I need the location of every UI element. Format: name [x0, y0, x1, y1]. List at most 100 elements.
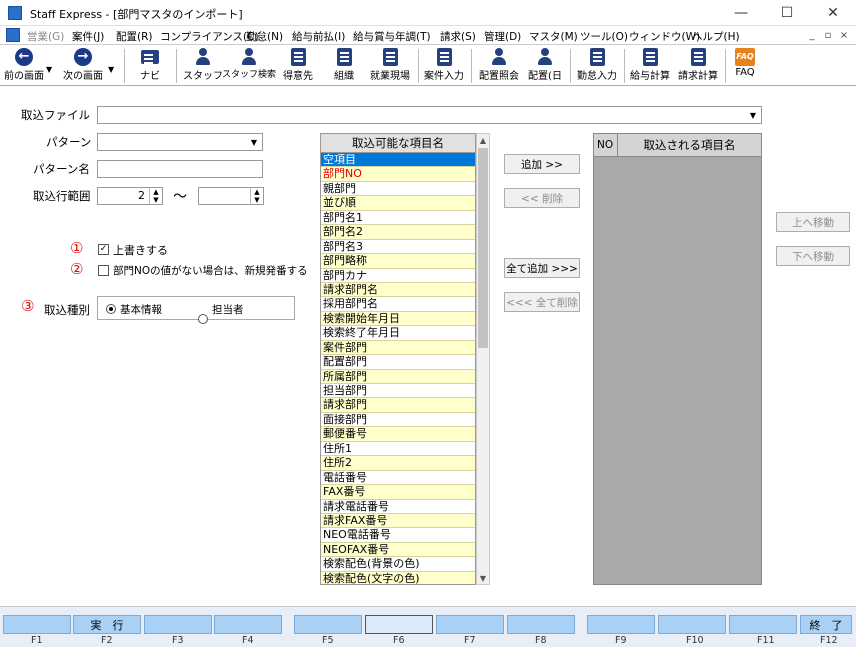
- menu-payroll[interactable]: 給与賞与年調(T): [353, 29, 431, 44]
- mdi-close-button[interactable]: ×: [836, 27, 852, 43]
- available-item[interactable]: FAX番号: [321, 485, 475, 500]
- menu-tools[interactable]: ツール(O): [580, 29, 628, 44]
- available-item[interactable]: 部門略称: [321, 254, 475, 269]
- menu-project[interactable]: 案件(J): [72, 29, 104, 44]
- available-item[interactable]: 請求FAX番号: [321, 513, 475, 529]
- available-item[interactable]: NEOFAX番号: [321, 542, 475, 558]
- back-dropdown-icon[interactable]: ▼: [46, 65, 52, 74]
- available-item[interactable]: 検索終了年月日: [321, 326, 475, 341]
- kind-staff-radio[interactable]: [198, 314, 208, 324]
- move-up-button[interactable]: 上へ移動: [776, 212, 850, 232]
- fkey-f3-button[interactable]: [144, 615, 212, 634]
- move-down-button[interactable]: 下へ移動: [776, 246, 850, 266]
- available-item[interactable]: 検索開始年月日: [321, 311, 475, 327]
- assignment-inquiry-button[interactable]: 配置照会: [475, 47, 523, 85]
- range-from-input[interactable]: 2 ▲ ▼: [97, 187, 163, 205]
- available-item[interactable]: 案件部門: [321, 340, 475, 356]
- imported-items-list[interactable]: [593, 157, 762, 585]
- assignment-daily-button[interactable]: 配置(日: [525, 47, 565, 85]
- available-item[interactable]: 部門NO: [321, 167, 475, 182]
- system-menu-icon[interactable]: [6, 28, 20, 42]
- faq-button[interactable]: FAQ FAQ: [729, 47, 761, 85]
- menu-admin[interactable]: 管理(D): [484, 29, 521, 44]
- available-items-list[interactable]: 空項目 部門NO 親部門 並び順 部門名1 部門名2 部門名3 部門略称 部門カナ 請求部門名 採用…: [320, 153, 476, 585]
- spin-up-icon[interactable]: ▲: [150, 188, 162, 196]
- pattern-name-input[interactable]: [97, 160, 263, 178]
- spin-up-icon[interactable]: ▲: [251, 188, 263, 196]
- fkey-f1-button[interactable]: [3, 615, 71, 634]
- available-item[interactable]: 空項目: [321, 153, 475, 168]
- menu-attendance[interactable]: 勤怠(N): [246, 29, 283, 44]
- available-item[interactable]: 部門名3: [321, 239, 475, 255]
- range-from-spinner[interactable]: ▲ ▼: [149, 188, 162, 204]
- menu-sales[interactable]: 営業(G): [27, 29, 64, 44]
- maximize-button[interactable]: ☐: [764, 0, 810, 26]
- scroll-down-icon[interactable]: ▼: [477, 572, 489, 584]
- available-item[interactable]: 配置部門: [321, 355, 475, 370]
- scroll-up-icon[interactable]: ▲: [477, 134, 489, 146]
- available-list-scrollbar[interactable]: ▲ ▼: [476, 133, 490, 585]
- mdi-restore-button[interactable]: ▫: [820, 27, 836, 43]
- new-number-checkbox[interactable]: [98, 265, 109, 276]
- kind-basic-radio[interactable]: [106, 304, 116, 314]
- fkey-f5-button[interactable]: [294, 615, 362, 634]
- available-item[interactable]: 所属部門: [321, 369, 475, 384]
- available-item[interactable]: 部門名2: [321, 225, 475, 240]
- available-item[interactable]: 住所1: [321, 441, 475, 457]
- import-file-combo[interactable]: ▼: [97, 106, 762, 124]
- pattern-combo[interactable]: ▼: [97, 133, 263, 151]
- minimize-button[interactable]: —: [718, 0, 764, 26]
- chevron-down-icon[interactable]: ▼: [247, 135, 261, 149]
- overwrite-checkbox[interactable]: ✓: [98, 244, 109, 255]
- fkey-f12-button[interactable]: 終 了: [800, 615, 852, 634]
- range-to-spinner[interactable]: ▲ ▼: [250, 188, 263, 204]
- available-item[interactable]: 電話番号: [321, 470, 475, 486]
- range-to-input[interactable]: ▲ ▼: [198, 187, 264, 205]
- payroll-calc-button[interactable]: 給与計算: [627, 47, 673, 85]
- back-button[interactable]: ← 前の画面: [2, 47, 46, 85]
- spin-down-icon[interactable]: ▼: [150, 196, 162, 204]
- available-item[interactable]: 部門名1: [321, 210, 475, 226]
- fkey-f8-button[interactable]: [507, 615, 575, 634]
- menu-billing[interactable]: 請求(S): [440, 29, 476, 44]
- staff-search-button[interactable]: スタッフ検索: [222, 47, 276, 85]
- available-item[interactable]: 請求部門: [321, 398, 475, 413]
- close-button[interactable]: ✕: [810, 0, 856, 26]
- remove-all-button[interactable]: <<< 全て削除: [504, 292, 580, 312]
- organization-button[interactable]: 組織: [326, 47, 362, 85]
- staff-button[interactable]: スタッフ: [183, 47, 223, 85]
- menu-window[interactable]: ウィンドウ(W): [629, 29, 700, 44]
- forward-dropdown-icon[interactable]: ▼: [108, 65, 114, 74]
- available-item[interactable]: 請求部門名: [321, 282, 475, 298]
- add-all-button[interactable]: 全て追加 >>>: [504, 258, 580, 278]
- fkey-f7-button[interactable]: [436, 615, 504, 634]
- available-item[interactable]: 部門カナ: [321, 268, 475, 283]
- fkey-f2-button[interactable]: 実 行: [73, 615, 141, 634]
- scroll-thumb[interactable]: [478, 148, 488, 348]
- available-item[interactable]: NEO電話番号: [321, 528, 475, 543]
- available-item[interactable]: 並び順: [321, 196, 475, 211]
- available-item[interactable]: 面接部門: [321, 412, 475, 428]
- fkey-f4-button[interactable]: [214, 615, 282, 634]
- menu-assignment[interactable]: 配置(R): [116, 29, 153, 44]
- available-item[interactable]: 住所2: [321, 456, 475, 471]
- add-button[interactable]: 追加 >>: [504, 154, 580, 174]
- menu-compliance[interactable]: コンプライアンス(C): [160, 29, 259, 44]
- spin-down-icon[interactable]: ▼: [251, 196, 263, 204]
- available-item[interactable]: 採用部門名: [321, 297, 475, 312]
- fkey-f9-button[interactable]: [587, 615, 655, 634]
- available-item[interactable]: 検索配色(文字の色): [321, 571, 475, 584]
- forward-button[interactable]: → 次の画面: [60, 47, 106, 85]
- remove-button[interactable]: << 削除: [504, 188, 580, 208]
- fkey-f6-button[interactable]: [365, 615, 433, 634]
- fkey-f10-button[interactable]: [658, 615, 726, 634]
- available-item[interactable]: 請求電話番号: [321, 499, 475, 514]
- menu-help[interactable]: ヘルプ(H): [692, 29, 740, 44]
- project-input-button[interactable]: 案件入力: [421, 47, 467, 85]
- available-item[interactable]: 郵便番号: [321, 427, 475, 442]
- navi-button[interactable]: ナビ: [132, 47, 168, 85]
- billing-calc-button[interactable]: 請求計算: [675, 47, 721, 85]
- mdi-minimize-button[interactable]: _: [804, 27, 820, 43]
- available-item[interactable]: 親部門: [321, 181, 475, 197]
- attendance-input-button[interactable]: 勤怠入力: [574, 47, 620, 85]
